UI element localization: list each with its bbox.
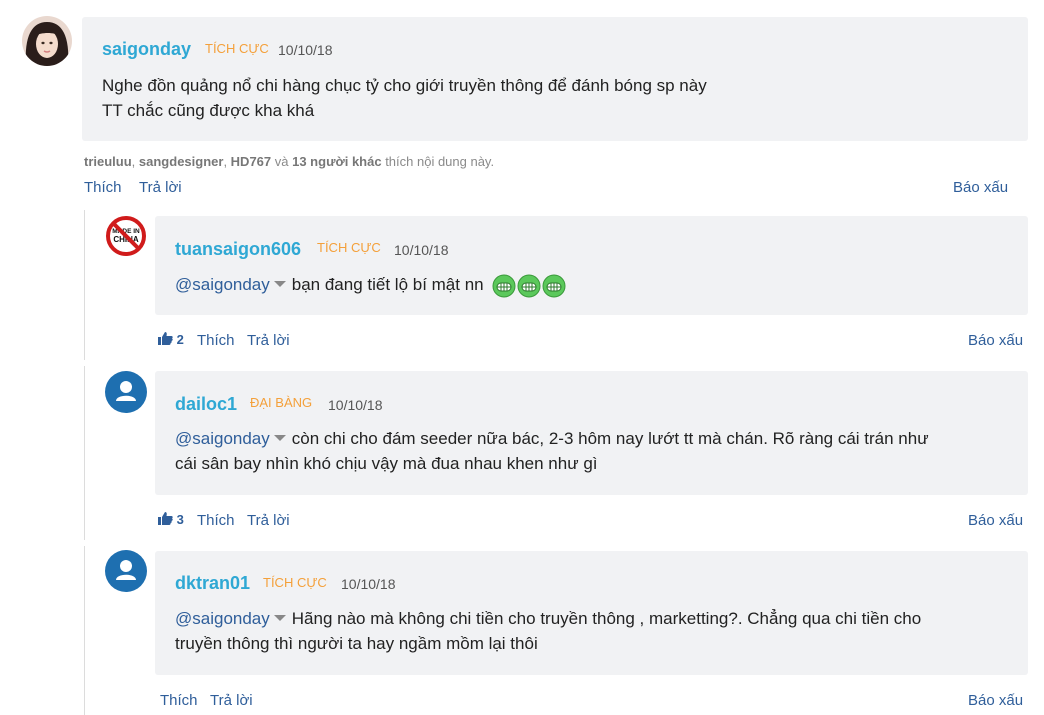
user-rank-badge: TÍCH CỰC [317, 240, 381, 255]
reply-button[interactable]: Trả lời [139, 179, 182, 196]
reply-text-line-2: cái sân bay nhìn khó chịu vậy mà đua nha… [175, 454, 598, 473]
avatar-dktran01[interactable] [105, 550, 147, 592]
liker-link[interactable]: trieuluu [84, 154, 132, 169]
like-button[interactable]: Thích [160, 692, 198, 709]
comment-bubble: saigonday TÍCH CỰC 10/10/18 Nghe đồn quả… [82, 17, 1028, 141]
like-button[interactable]: Thích [197, 332, 235, 349]
user-rank-badge: TÍCH CỰC [263, 575, 327, 590]
emoji-group [492, 274, 567, 298]
comment-text-line-2: TT chắc cũng được kha khá [102, 101, 315, 120]
grinning-face-icon [492, 274, 516, 298]
reply-button[interactable]: Trả lời [247, 332, 290, 349]
like-button[interactable]: Thích [84, 179, 122, 196]
comment-text-line-1: Nghe đồn quảng nổ chi hàng chục tỷ cho g… [102, 76, 707, 95]
grinning-face-icon [517, 274, 541, 298]
thread-line [84, 546, 85, 715]
reply-bubble: dailoc1 ĐẠI BÀNG 10/10/18 @saigonday còn … [155, 371, 1028, 495]
thumbs-up-icon [158, 512, 173, 525]
username[interactable]: tuansaigon606 [175, 239, 301, 260]
reply-button[interactable]: Trả lời [210, 692, 253, 709]
likers-summary: trieuluu, sangdesigner, HD767 và 13 ngườ… [84, 154, 495, 169]
user-rank-badge: TÍCH CỰC [205, 41, 269, 56]
user-icon [116, 560, 136, 580]
like-count[interactable]: 2 [158, 332, 184, 347]
reply-text: @saigonday bạn đang tiết lộ bí mật nn [175, 272, 567, 298]
avatar-dailoc1[interactable] [105, 371, 147, 413]
chevron-down-icon[interactable] [273, 435, 286, 442]
reply-text-line-2: truyền thông thì người ta hay ngầm mồm l… [175, 634, 538, 653]
like-count[interactable]: 3 [158, 512, 184, 527]
user-rank-badge: ĐẠI BÀNG [250, 395, 313, 410]
chevron-down-icon[interactable] [273, 615, 286, 622]
reply-text-line-1: @saigonday còn chi cho đám seeder nữa bác… [175, 429, 929, 448]
reply-bubble: dktran01 TÍCH CỰC 10/10/18 @saigonday Hãn… [155, 551, 1028, 675]
mention-link[interactable]: @saigonday [175, 275, 270, 294]
post-date[interactable]: 10/10/18 [328, 397, 383, 413]
grinning-face-icon [542, 274, 566, 298]
thumbs-up-icon [158, 332, 173, 345]
post-date[interactable]: 10/10/18 [341, 576, 396, 592]
thread-line [84, 366, 85, 540]
reply-button[interactable]: Trả lời [247, 512, 290, 529]
post-date[interactable]: 10/10/18 [394, 242, 449, 258]
avatar-saigonday[interactable] [22, 16, 72, 66]
post-date[interactable]: 10/10/18 [278, 42, 333, 58]
liker-link[interactable]: HD767 [231, 154, 271, 169]
username[interactable]: saigonday [102, 39, 191, 60]
avatar-tuansaigon606[interactable]: MADE IN CHINA [105, 215, 147, 257]
reply-bubble: tuansaigon606 TÍCH CỰC 10/10/18 @saigond… [155, 216, 1028, 315]
username[interactable]: dktran01 [175, 573, 250, 594]
report-button[interactable]: Báo xấu [968, 512, 1023, 529]
liker-link[interactable]: sangdesigner [139, 154, 224, 169]
user-icon [116, 381, 136, 401]
reply-text-line-1: @saigonday Hãng nào mà không chi tiền cho… [175, 609, 922, 628]
others-link[interactable]: 13 người khác [292, 154, 381, 169]
mention-link[interactable]: @saigonday [175, 609, 270, 628]
mention-link[interactable]: @saigonday [175, 429, 270, 448]
like-button[interactable]: Thích [197, 512, 235, 529]
username[interactable]: dailoc1 [175, 394, 237, 415]
report-button[interactable]: Báo xấu [968, 332, 1023, 349]
chevron-down-icon[interactable] [273, 281, 286, 288]
thread-line [84, 210, 85, 360]
report-button[interactable]: Báo xấu [953, 179, 1008, 196]
report-button[interactable]: Báo xấu [968, 692, 1023, 709]
